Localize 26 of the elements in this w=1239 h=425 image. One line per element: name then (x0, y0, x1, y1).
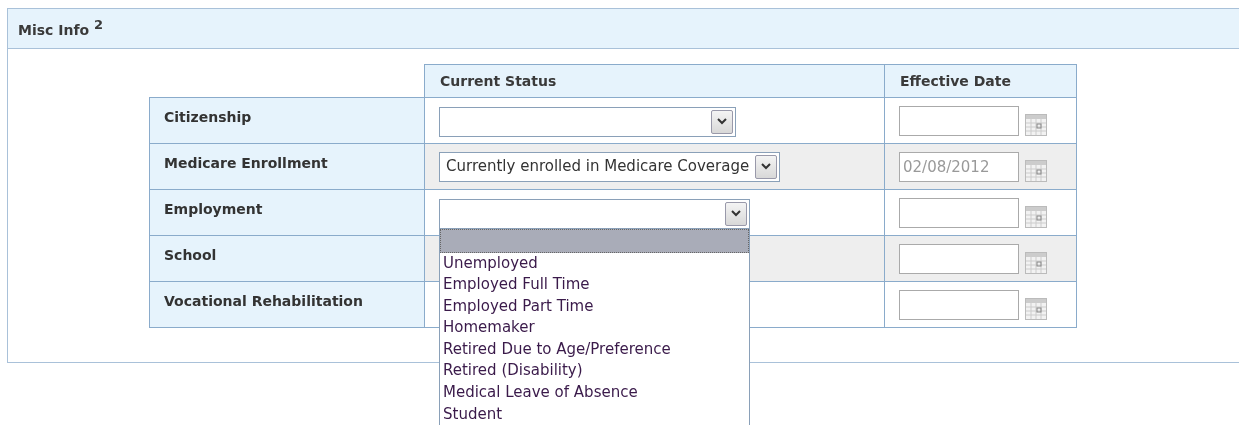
calendar-icon[interactable] (1025, 251, 1047, 274)
select-field[interactable] (439, 198, 750, 229)
row-label: School (149, 235, 425, 282)
date-field[interactable] (899, 289, 1019, 320)
calendar-icon[interactable] (1025, 297, 1047, 320)
date-field[interactable] (899, 197, 1019, 228)
calendar-icon[interactable] (1025, 205, 1047, 228)
dropdown-option[interactable]: Student (440, 403, 749, 425)
dropdown-option[interactable]: Retired (Disability) (440, 360, 749, 383)
calendar-icon[interactable] (1025, 159, 1047, 182)
dropdown-option[interactable] (440, 228, 749, 253)
column-header: Current Status (424, 64, 885, 98)
select-field[interactable]: Currently enrolled in Medicare Coverage (439, 151, 781, 182)
dropdown-option[interactable]: Retired Due to Age/Preference (440, 338, 749, 361)
row-label: Citizenship (149, 97, 425, 144)
dropdown-option[interactable]: Medical Leave of Absence (440, 382, 749, 404)
date-field[interactable] (899, 243, 1019, 274)
row-label: Medicare Enrollment (149, 143, 425, 190)
dropdown-option[interactable]: Homemaker (440, 317, 749, 339)
column-header: Effective Date (884, 64, 1077, 98)
dropdown-option[interactable]: Employed Full Time (440, 274, 749, 296)
select-field[interactable] (439, 106, 736, 137)
row-label: Vocational Rehabilitation (149, 281, 425, 328)
row-label: Employment (149, 189, 425, 236)
date-field[interactable] (899, 105, 1019, 136)
calendar-icon[interactable] (1025, 113, 1047, 136)
